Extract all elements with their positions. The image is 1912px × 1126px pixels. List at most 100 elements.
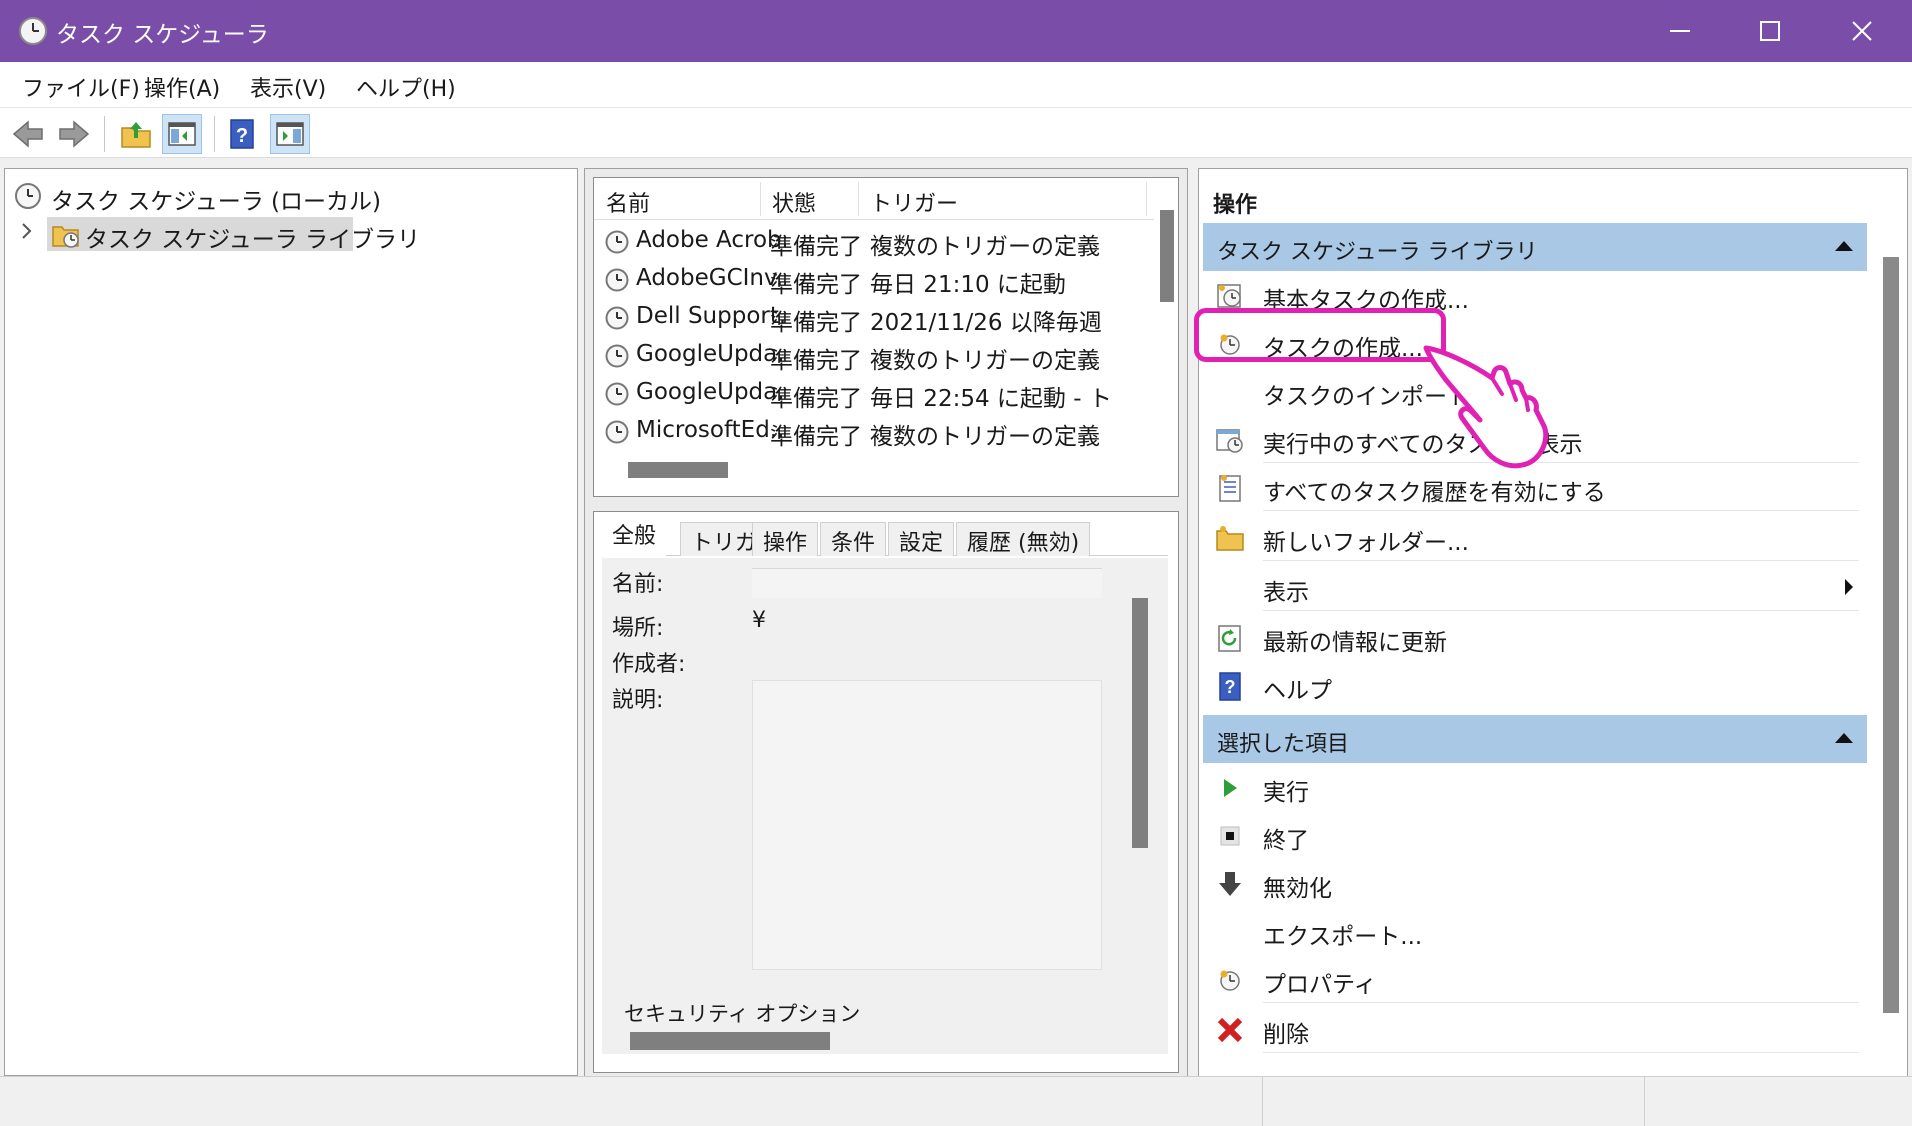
- collapse-arrow-icon[interactable]: [1835, 733, 1853, 743]
- table-row[interactable]: GoogleUpda... 準備完了 毎日 22:54 に起動 - ト: [594, 374, 1154, 412]
- task-status: 準備完了: [770, 272, 862, 298]
- detail-vertical-scrollbar[interactable]: [1132, 598, 1148, 848]
- console-tree: タスク スケジューラ (ローカル) タスク スケジューラ ライブラリ: [4, 168, 578, 1076]
- detail-horizontal-scrollbar[interactable]: [630, 1032, 830, 1050]
- task-history-icon: [1219, 475, 1241, 502]
- running-tasks-icon: [1216, 429, 1243, 453]
- run-icon: [1224, 779, 1237, 797]
- task-list-horizontal-scrollbar[interactable]: [628, 462, 728, 478]
- pointing-hand-icon: [1423, 345, 1549, 469]
- general-tab-content: 名前: 場所: ¥ 作成者: 説明: セキュリティ オプション: [602, 558, 1168, 1054]
- task-detail-pane: 全般 トリガー 操作 条件 設定 履歴 (無効) 名前: 場所: ¥ 作成者: …: [593, 511, 1179, 1073]
- column-header-status[interactable]: 状態: [772, 186, 816, 218]
- forward-button[interactable]: [54, 114, 94, 154]
- task-list-vertical-scrollbar[interactable]: [1160, 210, 1174, 302]
- task-clock-icon: [605, 230, 629, 254]
- action-export[interactable]: エクスポート...: [1203, 907, 1867, 955]
- task-trigger: 毎日 22:54 に起動 - ト: [870, 386, 1112, 412]
- show-hide-action-pane-icon: [276, 122, 304, 146]
- section-header-label: タスク スケジューラ ライブラリ: [1217, 240, 1538, 265]
- toolbar: ?: [0, 108, 1912, 158]
- task-clock-icon: [605, 382, 629, 406]
- menu-bar: ファイル(F) 操作(A) 表示(V) ヘルプ(H): [0, 62, 1912, 108]
- task-name: AdobeGCInv...: [636, 265, 786, 291]
- author-label: 作成者:: [612, 652, 686, 677]
- up-folder-button[interactable]: [116, 114, 156, 154]
- menu-file[interactable]: ファイル(F): [22, 71, 140, 103]
- menu-help[interactable]: ヘルプ(H): [356, 71, 456, 103]
- description-field[interactable]: [752, 680, 1102, 970]
- action-label: ヘルプ: [1263, 678, 1332, 704]
- action-label: 無効化: [1263, 876, 1332, 902]
- action-new-folder[interactable]: 新しいフォルダー...: [1203, 513, 1867, 561]
- action-label: 最新の情報に更新: [1263, 630, 1447, 656]
- forward-arrow-icon: [59, 120, 90, 148]
- action-refresh[interactable]: 最新の情報に更新: [1203, 613, 1867, 661]
- task-trigger: 2021/11/26 以降毎週: [870, 310, 1102, 336]
- tree-item-library[interactable]: タスク スケジューラ ライブラリ: [47, 217, 420, 253]
- task-name: GoogleUpda...: [636, 341, 786, 367]
- column-header-name[interactable]: 名前: [606, 186, 650, 218]
- action-properties[interactable]: プロパティ: [1203, 955, 1867, 1003]
- action-label: すべてのタスク履歴を有効にする: [1263, 480, 1606, 506]
- menu-view[interactable]: 表示(V): [250, 71, 326, 103]
- menu-action[interactable]: 操作(A): [144, 71, 220, 103]
- action-help[interactable]: ? ヘルプ: [1203, 661, 1867, 709]
- title-bar: タスク スケジューラ: [0, 0, 1912, 62]
- task-clock-icon: [605, 420, 629, 444]
- action-disable[interactable]: 無効化: [1203, 859, 1867, 907]
- name-label: 名前:: [612, 572, 664, 597]
- highlight-box: [1194, 308, 1446, 362]
- tree-item-label: タスク スケジューラ ライブラリ: [85, 227, 421, 253]
- tab-general[interactable]: 全般: [602, 516, 667, 557]
- name-field[interactable]: [752, 568, 1102, 598]
- table-row[interactable]: AdobeGCInv... 準備完了 毎日 21:10 に起動: [594, 260, 1154, 298]
- section-header-selected-item[interactable]: 選択した項目: [1203, 715, 1867, 763]
- location-label: 場所:: [612, 616, 664, 641]
- window-title: タスク スケジューラ: [56, 22, 269, 48]
- table-row[interactable]: GoogleUpda... 準備完了 複数のトリガーの定義: [594, 336, 1154, 374]
- collapse-arrow-icon[interactable]: [1835, 241, 1853, 251]
- task-status: 準備完了: [770, 348, 862, 374]
- svg-text:?: ?: [236, 125, 248, 147]
- tree-item-label: タスク スケジューラ (ローカル): [51, 189, 381, 215]
- help-button[interactable]: ?: [222, 114, 262, 154]
- close-icon: [1852, 21, 1872, 41]
- task-clock-icon: [605, 306, 629, 330]
- delete-icon: [1217, 1017, 1243, 1043]
- chevron-right-icon[interactable]: [19, 221, 35, 241]
- show-hide-action-pane-button[interactable]: [270, 114, 310, 154]
- action-delete[interactable]: 削除: [1203, 1005, 1867, 1053]
- tab-history[interactable]: 履歴 (無効): [956, 522, 1091, 556]
- description-label: 説明:: [612, 688, 664, 713]
- status-bar: [0, 1076, 1912, 1126]
- task-status: 準備完了: [770, 386, 862, 412]
- tab-settings[interactable]: 設定: [888, 522, 955, 556]
- action-pane: 操作 タスク スケジューラ ライブラリ 基本タスクの作成... タスクの作成..…: [1198, 168, 1908, 1078]
- close-button[interactable]: [1832, 8, 1892, 54]
- folder-clock-icon: [52, 226, 79, 248]
- tab-actions[interactable]: 操作: [752, 522, 819, 556]
- show-hide-console-tree-button[interactable]: [162, 114, 202, 154]
- action-run[interactable]: 実行: [1203, 763, 1867, 811]
- maximize-icon: [1760, 21, 1780, 41]
- action-label: プロパティ: [1263, 972, 1377, 998]
- column-header-trigger[interactable]: トリガー: [870, 186, 958, 218]
- task-status: 準備完了: [770, 234, 862, 260]
- task-clock-icon: [605, 344, 629, 368]
- action-end[interactable]: 終了: [1203, 811, 1867, 859]
- task-list: 名前 状態 トリガー Adobe Acrob... 準備完了 複数のトリガーの定…: [593, 177, 1179, 497]
- table-row[interactable]: Adobe Acrob... 準備完了 複数のトリガーの定義: [594, 222, 1154, 260]
- tab-conditions[interactable]: 条件: [820, 522, 887, 556]
- action-view[interactable]: 表示: [1203, 563, 1867, 611]
- tree-item-root[interactable]: タスク スケジューラ (ローカル): [13, 179, 413, 215]
- task-trigger: 毎日 21:10 に起動: [870, 272, 1066, 298]
- table-row[interactable]: Dell Support... 準備完了 2021/11/26 以降毎週: [594, 298, 1154, 336]
- minimize-button[interactable]: [1650, 8, 1710, 54]
- section-header-library[interactable]: タスク スケジューラ ライブラリ: [1203, 223, 1867, 271]
- action-pane-scrollbar[interactable]: [1883, 257, 1899, 1013]
- table-row[interactable]: MicrosoftEd... 準備完了 複数のトリガーの定義: [594, 412, 1154, 450]
- maximize-button[interactable]: [1740, 8, 1800, 54]
- back-button[interactable]: [8, 114, 48, 154]
- action-label: 新しいフォルダー...: [1263, 530, 1469, 556]
